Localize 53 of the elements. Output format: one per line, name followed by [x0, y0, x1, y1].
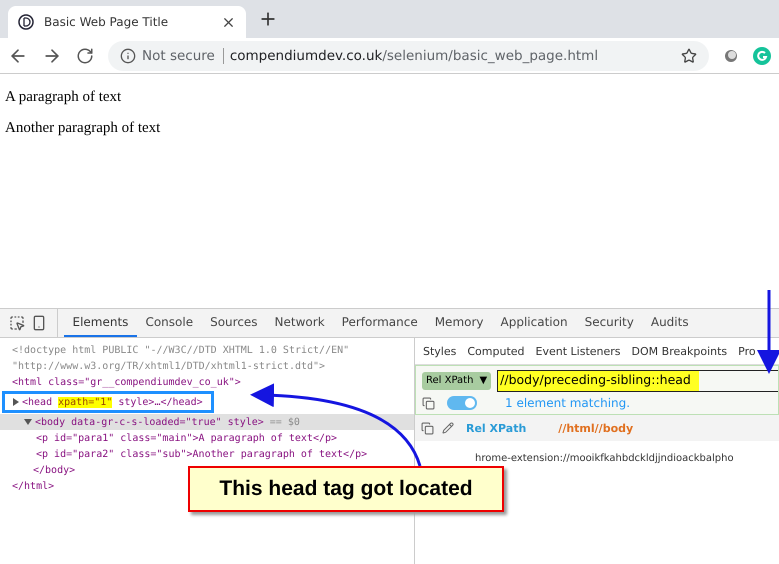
code-line: </body>	[33, 464, 76, 476]
code-line: <p id="para2" class="sub">Another paragraph of text</p>	[36, 448, 368, 460]
xpath-value: //body/preceding-sibling::head	[498, 371, 699, 391]
expand-triangle-icon[interactable]	[24, 419, 32, 425]
security-label: Not secure	[142, 48, 224, 64]
inspect-icon[interactable]	[9, 315, 25, 331]
info-icon[interactable]	[120, 48, 136, 64]
devtools-tab[interactable]: Performance	[333, 309, 426, 337]
panel-tab[interactable]: Styles	[423, 344, 456, 358]
callout-note: This head tag got located	[188, 466, 504, 512]
browser-tab[interactable]: Basic Web Page Title	[8, 6, 246, 38]
code-line: </html>	[12, 480, 54, 492]
reload-icon[interactable]	[76, 46, 94, 64]
panel-tab[interactable]: Computed	[467, 344, 525, 358]
copy-icon[interactable]	[421, 422, 434, 434]
xpath-result: //html//body	[558, 422, 634, 434]
devtools-tab[interactable]: Console	[136, 309, 202, 337]
match-count: 1 element matching.	[505, 396, 630, 410]
devtools-tab[interactable]: Audits	[642, 309, 698, 337]
code-line: <head xpath="1" style>…</head>	[22, 396, 203, 408]
tab-title: Basic Web Page Title	[44, 15, 170, 29]
devtools-tab[interactable]: Application	[492, 309, 576, 337]
devtools-tab[interactable]: Memory	[426, 309, 492, 337]
selected-marker: == $0	[270, 416, 300, 428]
copy-icon[interactable]	[422, 396, 435, 410]
toggle-switch[interactable]	[447, 396, 477, 410]
panel-tab[interactable]: Event Listeners	[536, 344, 621, 358]
edit-icon[interactable]	[442, 422, 454, 434]
address-bar[interactable]: Not secure compendiumdev.co.uk/selenium/basic_web_page.html	[108, 40, 709, 70]
code-line: <html class="gr__compendiumdev_co_uk">	[12, 376, 241, 388]
code-row[interactable]: <body data-gr-c-s-loaded="true" style> == $0	[0, 414, 414, 430]
panel-tab[interactable]: Pro	[738, 344, 756, 358]
bookmark-star-icon[interactable]	[681, 48, 697, 64]
code-line: <p id="para1" class="main">A paragraph of text</p>	[36, 432, 338, 444]
expand-triangle-icon[interactable]	[13, 398, 19, 406]
paragraph: Another paragraph of text	[5, 120, 162, 137]
code-line: "http://www.w3.org/TR/xhtml1/DTD/xhtml1-strict.dtd">	[12, 360, 326, 372]
xpath-type: Rel XPath	[466, 422, 526, 434]
devtools-tab[interactable]: Network	[266, 309, 334, 337]
url-text: compendiumdev.co.uk/selenium/basic_web_page.html	[230, 48, 598, 64]
devtools-tab[interactable]: Elements	[64, 309, 137, 337]
site-logo-icon	[18, 14, 34, 30]
xpath-input[interactable]: //body/preceding-sibling::head	[497, 370, 778, 392]
paragraph: A paragraph of text	[5, 89, 122, 106]
code-line: <body data-gr-c-s-loaded="true" style>	[35, 416, 264, 428]
panel-tab[interactable]: DOM Breakpoints	[632, 344, 728, 358]
mode-dropdown[interactable]: Rel XPath ▼	[422, 372, 492, 390]
extension-url: hrome-extension://mooikfkahbdckldjjndioackbalpho	[474, 452, 735, 464]
code-line: <!doctype html PUBLIC "-//W3C//DTD XHTML 1.0 Strict//EN"	[12, 344, 350, 356]
devtools-tab[interactable]: Sources	[202, 309, 266, 337]
devtools-tab[interactable]: Security	[576, 309, 642, 337]
device-icon[interactable]	[31, 315, 47, 331]
extension-icon[interactable]	[723, 48, 739, 64]
